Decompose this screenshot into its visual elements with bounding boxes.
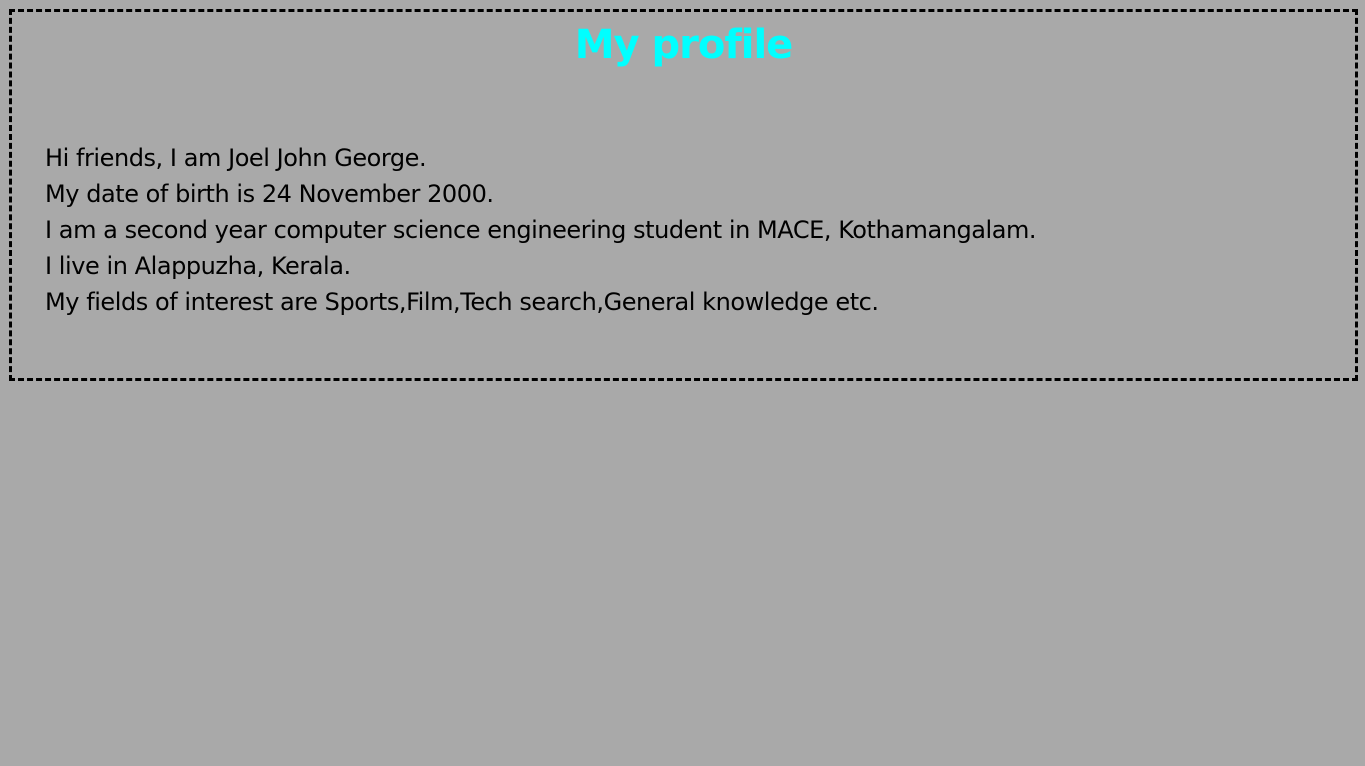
page-title: My profile — [574, 22, 794, 68]
profile-line-intro: Hi friends, I am Joel John George. — [45, 144, 427, 172]
profile-description: Hi friends, I am Joel John George. My da… — [45, 140, 1037, 320]
profile-line-education: I am a second year computer science engi… — [45, 216, 1037, 244]
profile-line-interests: My fields of interest are Sports,Film,Te… — [45, 288, 879, 316]
profile-line-birthdate: My date of birth is 24 November 2000. — [45, 180, 494, 208]
profile-card: My profile Hi friends, I am Joel John Ge… — [9, 9, 1358, 381]
profile-line-location: I live in Alappuzha, Kerala. — [45, 252, 351, 280]
